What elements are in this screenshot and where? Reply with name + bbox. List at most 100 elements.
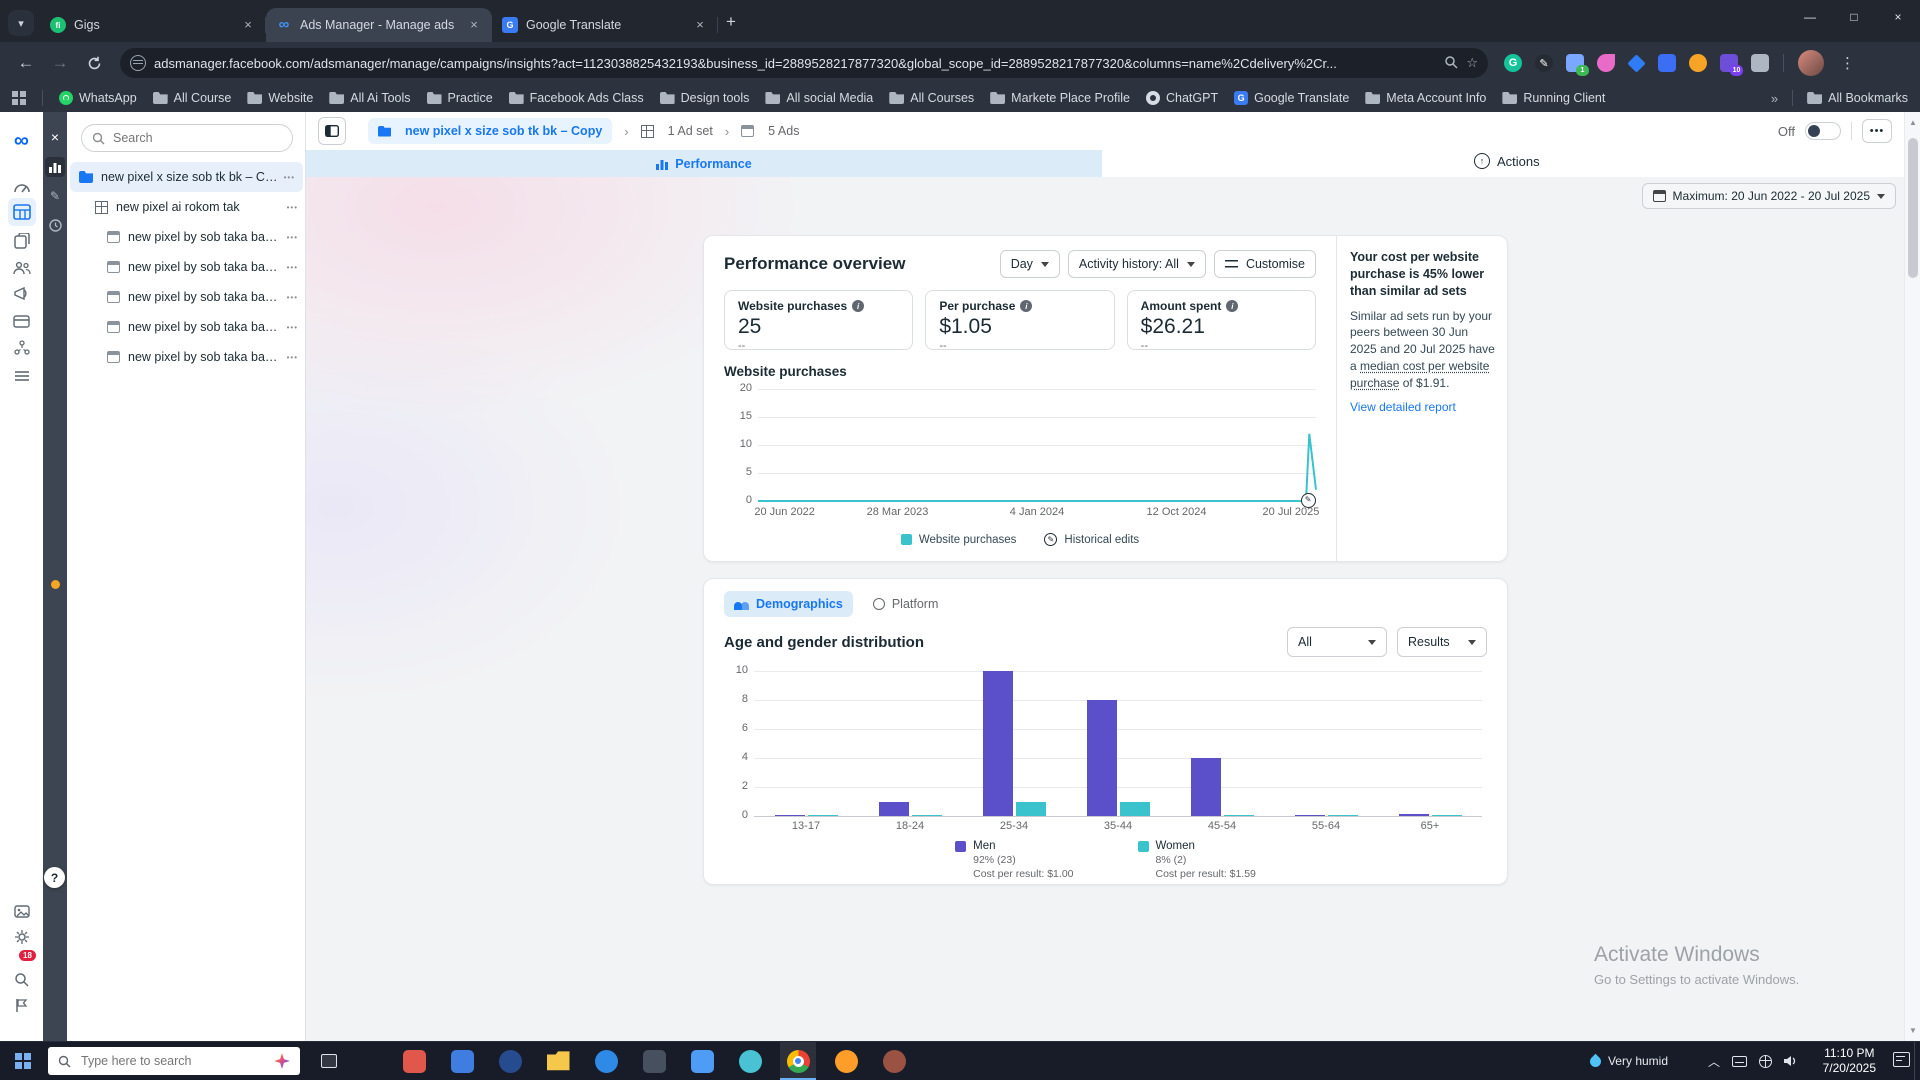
blue-diamond-icon[interactable] bbox=[1627, 54, 1645, 72]
row-menu-button[interactable]: ••• bbox=[287, 353, 298, 362]
close-button[interactable]: × bbox=[1876, 0, 1920, 34]
mail-icon[interactable] bbox=[636, 1042, 672, 1080]
purple-ext-icon[interactable]: 10 bbox=[1720, 54, 1738, 72]
blue-box-icon[interactable] bbox=[1658, 54, 1676, 72]
app-orange-icon[interactable] bbox=[396, 1042, 432, 1080]
search-in-page-icon[interactable] bbox=[1444, 55, 1458, 72]
bookmark-item[interactable]: Google Translate bbox=[1234, 91, 1349, 105]
chrome-icon[interactable] bbox=[780, 1042, 816, 1080]
info-icon[interactable]: i bbox=[1226, 300, 1238, 312]
dev-tool-icon[interactable]: 1 bbox=[1566, 54, 1584, 72]
metric-select[interactable]: Results bbox=[1397, 627, 1487, 657]
bookmark-item[interactable]: All Ai Tools bbox=[329, 91, 410, 105]
bookmark-star-icon[interactable]: ☆ bbox=[1466, 55, 1478, 71]
tab-ads-manager[interactable]: ∞ Ads Manager - Manage ads - C × bbox=[266, 8, 492, 42]
bookmark-item[interactable]: Design tools bbox=[660, 91, 750, 105]
show-desktop-button[interactable] bbox=[1914, 1042, 1920, 1080]
tab-performance[interactable]: Performance bbox=[306, 150, 1102, 177]
sidebar-item-ad[interactable]: new pixel by sob taka bak pack - C... ••• bbox=[67, 282, 306, 312]
bookmark-item[interactable]: All Course bbox=[153, 91, 232, 105]
sidebar-item-ad[interactable]: new pixel by sob taka bak pack - C... ••• bbox=[67, 312, 306, 342]
forward-button[interactable]: → bbox=[46, 49, 74, 77]
help-button[interactable]: ? bbox=[44, 867, 65, 888]
scroll-up-icon[interactable]: ▲ bbox=[1905, 118, 1920, 127]
sidebar-item-ad[interactable]: new pixel by sob taka bak pack - C... ••• bbox=[67, 252, 306, 282]
breadcrumb-ads[interactable]: 5 Ads bbox=[741, 124, 799, 138]
info-icon[interactable]: i bbox=[852, 300, 864, 312]
minimize-button[interactable]: — bbox=[1788, 0, 1832, 34]
taskbar-search-input[interactable] bbox=[79, 1053, 266, 1069]
tab-close-icon[interactable]: × bbox=[466, 17, 482, 33]
all-bookmarks-button[interactable]: All Bookmarks bbox=[1807, 91, 1908, 105]
close-panel-icon[interactable]: × bbox=[43, 126, 67, 148]
task-view-button[interactable] bbox=[312, 1048, 346, 1074]
page-scrollbar[interactable]: ▲ ▼ bbox=[1904, 112, 1920, 1041]
meta-logo-icon[interactable]: ∞ bbox=[0, 128, 43, 154]
media-icon[interactable] bbox=[0, 898, 43, 924]
overview-gauge-icon[interactable] bbox=[0, 174, 43, 200]
sidebar-item-campaign[interactable]: new pixel x size sob tk bk – Copy ••• bbox=[70, 162, 303, 192]
apps-grid-icon[interactable] bbox=[12, 91, 26, 105]
all-tools-menu-icon[interactable] bbox=[0, 363, 43, 389]
touch-keyboard-icon[interactable] bbox=[1732, 1056, 1747, 1067]
profile-avatar[interactable] bbox=[1798, 50, 1824, 76]
actions-button[interactable]: ↑ Actions bbox=[1474, 153, 1540, 169]
back-button[interactable]: ← bbox=[12, 49, 40, 77]
breakdown-select[interactable]: All bbox=[1287, 627, 1387, 657]
reload-button[interactable] bbox=[80, 49, 108, 77]
row-menu-button[interactable]: ••• bbox=[287, 233, 298, 242]
app-lightblue-icon[interactable] bbox=[684, 1042, 720, 1080]
search-highlights-icon[interactable] bbox=[274, 1053, 290, 1069]
browser-menu-icon[interactable]: ⋮ bbox=[1840, 54, 1855, 72]
bookmark-item[interactable]: Facebook Ads Class bbox=[509, 91, 644, 105]
campaigns-table-icon[interactable] bbox=[0, 199, 43, 225]
tab-demographics[interactable]: Demographics bbox=[724, 591, 853, 617]
tab-google-translate[interactable]: G Google Translate × bbox=[492, 8, 718, 42]
tab-close-icon[interactable]: × bbox=[240, 17, 256, 33]
bookmark-item[interactable]: Running Client bbox=[1502, 91, 1605, 105]
more-options-button[interactable]: ••• bbox=[1862, 119, 1892, 143]
file-explorer-icon[interactable] bbox=[540, 1042, 576, 1080]
taskbar-search[interactable] bbox=[48, 1047, 300, 1075]
history-tool-icon[interactable] bbox=[43, 214, 67, 236]
bookmark-item[interactable]: Markete Place Profile bbox=[990, 91, 1130, 105]
firefox-icon[interactable] bbox=[828, 1042, 864, 1080]
sidebar-item-ad[interactable]: new pixel by sob taka bak pack - C... ••• bbox=[67, 222, 306, 252]
audiences-icon[interactable] bbox=[0, 255, 43, 281]
customise-button[interactable]: Customise bbox=[1214, 250, 1316, 278]
breadcrumb-adset[interactable]: 1 Ad set bbox=[641, 124, 713, 138]
billing-icon[interactable] bbox=[0, 308, 43, 334]
grammarly-icon[interactable]: G bbox=[1504, 54, 1522, 72]
events-manager-icon[interactable] bbox=[0, 335, 43, 361]
row-menu-button[interactable]: ••• bbox=[287, 293, 298, 302]
new-tab-button[interactable]: + bbox=[726, 12, 736, 32]
orange-dot-icon[interactable] bbox=[1689, 54, 1707, 72]
bookmark-item[interactable]: Website bbox=[247, 91, 313, 105]
collapse-panel-button[interactable] bbox=[318, 117, 346, 145]
app-blue-icon[interactable] bbox=[444, 1042, 480, 1080]
app-brown-icon[interactable] bbox=[876, 1042, 912, 1080]
app-teal-icon[interactable] bbox=[732, 1042, 768, 1080]
scrollbar-thumb[interactable] bbox=[1908, 138, 1918, 278]
row-menu-button[interactable]: ••• bbox=[287, 203, 298, 212]
day-dropdown[interactable]: Day bbox=[1000, 250, 1060, 278]
outlook-icon[interactable] bbox=[588, 1042, 624, 1080]
view-detailed-report-link[interactable]: View detailed report bbox=[1350, 400, 1495, 414]
activity-history-dropdown[interactable]: Activity history: All bbox=[1068, 250, 1206, 278]
campaign-toggle[interactable] bbox=[1805, 122, 1841, 140]
sidebar-search[interactable] bbox=[81, 124, 293, 152]
tab-search-button[interactable]: ▾ bbox=[8, 10, 34, 36]
action-center-icon[interactable] bbox=[1893, 1052, 1910, 1067]
search-rail-icon[interactable] bbox=[0, 966, 43, 992]
info-icon[interactable]: i bbox=[1020, 300, 1032, 312]
sidebar-item-adset[interactable]: new pixel ai rokom tak ••• bbox=[67, 192, 306, 222]
pages-icon[interactable] bbox=[0, 228, 43, 254]
scroll-down-icon[interactable]: ▼ bbox=[1905, 1026, 1920, 1035]
bookmark-item[interactable]: Practice bbox=[427, 91, 493, 105]
row-menu-button[interactable]: ••• bbox=[287, 263, 298, 272]
puzzle-icon[interactable] bbox=[1751, 54, 1769, 72]
network-icon[interactable] bbox=[1759, 1055, 1772, 1068]
bookmark-item[interactable]: ChatGPT bbox=[1146, 91, 1218, 105]
chart-tool-icon[interactable] bbox=[43, 156, 67, 178]
bookmark-item[interactable]: Meta Account Info bbox=[1365, 91, 1486, 105]
